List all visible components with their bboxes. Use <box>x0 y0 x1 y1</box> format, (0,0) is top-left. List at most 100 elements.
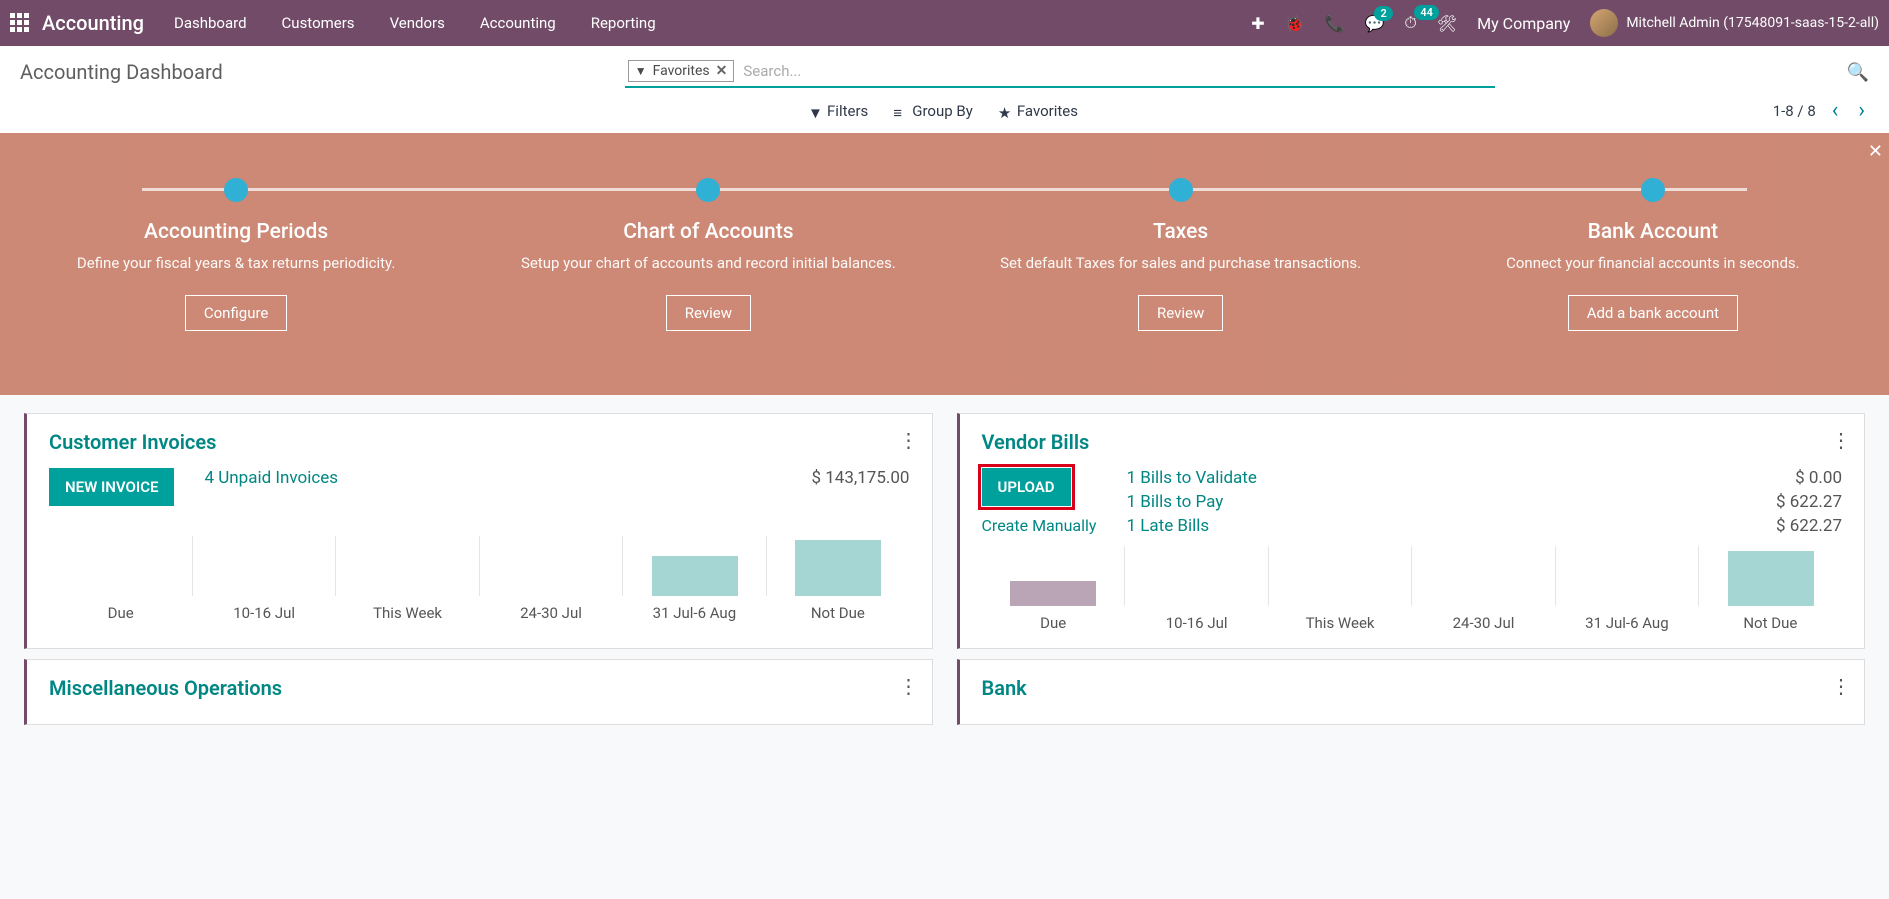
dashboard-row: Customer Invoices ⋮ NEW INVOICE 4 Unpaid… <box>0 395 1889 649</box>
pager-next-icon[interactable]: › <box>1854 98 1869 123</box>
new-invoice-button[interactable]: NEW INVOICE <box>49 468 174 506</box>
card-title[interactable]: Miscellaneous Operations <box>49 676 910 700</box>
card-customer-invoices: Customer Invoices ⋮ NEW INVOICE 4 Unpaid… <box>24 413 933 649</box>
chart-column <box>1555 546 1699 606</box>
chart-column <box>1268 546 1412 606</box>
pager: 1-8 / 8 ‹ › <box>1773 98 1869 123</box>
clock-icon[interactable]: ⏱44 <box>1404 13 1416 33</box>
filters-button[interactable]: ▼Filters <box>808 102 868 120</box>
groupby-button[interactable]: ≡Group By <box>893 102 973 120</box>
bills-late-link[interactable]: 1 Late Bills <box>1126 516 1209 536</box>
search-bar: ▼ Favorites ✕ <box>625 56 1495 88</box>
chart-label: Due <box>49 604 192 622</box>
step-title: Bank Account <box>1437 220 1869 244</box>
step-desc: Setup your chart of accounts and record … <box>492 252 924 275</box>
add-bank-button[interactable]: Add a bank account <box>1568 295 1738 331</box>
chart-bar <box>1010 581 1096 606</box>
nav-menu-dashboard[interactable]: Dashboard <box>174 14 247 32</box>
chart-column <box>192 536 336 596</box>
chart-column <box>1698 546 1842 606</box>
chart-label: 10-16 Jul <box>1125 614 1268 632</box>
onboarding-step-periods: Accounting Periods Define your fiscal ye… <box>0 178 472 395</box>
chat-icon[interactable]: 💬2 <box>1364 14 1384 33</box>
unpaid-invoices-link[interactable]: 4 Unpaid Invoices <box>204 468 338 488</box>
chart-bar <box>1728 551 1814 606</box>
nav-menu-accounting[interactable]: Accounting <box>480 14 556 32</box>
chart-label: 24-30 Jul <box>1412 614 1555 632</box>
bug-icon[interactable]: 🐞 <box>1285 14 1305 33</box>
clock-badge: 44 <box>1414 5 1439 20</box>
step-dot-icon <box>696 178 720 202</box>
chart-column <box>479 536 623 596</box>
dashboard-row: Miscellaneous Operations ⋮ Bank ⋮ <box>0 649 1889 725</box>
chart-label: Due <box>982 614 1125 632</box>
onboarding-step-bank: Bank Account Connect your financial acco… <box>1417 178 1889 395</box>
favorites-button[interactable]: ★Favorites <box>998 102 1078 120</box>
create-manually-link[interactable]: Create Manually <box>982 516 1097 535</box>
chart-label: 31 Jul-6 Aug <box>623 604 766 622</box>
kebab-icon[interactable]: ⋮ <box>899 428 918 452</box>
upload-button[interactable]: UPLOAD <box>982 468 1071 506</box>
step-desc: Connect your financial accounts in secon… <box>1437 252 1869 275</box>
funnel-icon: ▼ <box>635 64 647 78</box>
chart-label: This Week <box>336 604 479 622</box>
onboarding-step-coa: Chart of Accounts Setup your chart of ac… <box>472 178 944 395</box>
nav-menu-reporting[interactable]: Reporting <box>591 14 656 32</box>
card-title[interactable]: Customer Invoices <box>49 430 910 454</box>
search-icon[interactable]: 🔍 <box>1847 62 1869 83</box>
nav-menu-customers[interactable]: Customers <box>282 14 355 32</box>
bills-late-amt: $ 622.27 <box>1776 516 1842 536</box>
star-icon: ★ <box>998 104 1012 118</box>
review-taxes-button[interactable]: Review <box>1138 295 1223 331</box>
pager-value: 1-8 / 8 <box>1773 102 1816 120</box>
chart-column <box>622 536 766 596</box>
step-title: Accounting Periods <box>20 220 452 244</box>
avatar-icon <box>1590 9 1618 37</box>
apps-icon[interactable] <box>10 13 30 33</box>
step-desc: Set default Taxes for sales and purchase… <box>965 252 1397 275</box>
chart-label: 10-16 Jul <box>192 604 335 622</box>
bills-pay-link[interactable]: 1 Bills to Pay <box>1126 492 1223 512</box>
pager-prev-icon[interactable]: ‹ <box>1828 98 1843 123</box>
nav-menu-vendors[interactable]: Vendors <box>390 14 445 32</box>
chart-bar <box>652 556 738 596</box>
phone-icon[interactable]: 📞 <box>1325 14 1345 33</box>
chat-badge: 2 <box>1374 6 1392 21</box>
chart-label: Not Due <box>766 604 909 622</box>
chart-column <box>49 536 192 596</box>
groupby-icon: ≡ <box>893 104 907 118</box>
card-title[interactable]: Vendor Bills <box>982 430 1843 454</box>
close-icon[interactable]: ✕ <box>1868 141 1883 162</box>
step-title: Taxes <box>965 220 1397 244</box>
company-switcher[interactable]: My Company <box>1477 14 1570 33</box>
search-facet-favorites[interactable]: ▼ Favorites ✕ <box>628 60 735 82</box>
invoices-chart: Due10-16 JulThis Week24-30 Jul31 Jul-6 A… <box>49 536 910 622</box>
app-brand[interactable]: Accounting <box>42 11 144 35</box>
onboarding-step-taxes: Taxes Set default Taxes for sales and pu… <box>945 178 1417 395</box>
configure-button[interactable]: Configure <box>185 295 288 331</box>
wrench-icon[interactable]: 🛠 <box>1437 14 1457 33</box>
kebab-icon[interactable]: ⋮ <box>1831 428 1850 452</box>
search-facet-label: Favorites <box>653 63 710 79</box>
kebab-icon[interactable]: ⋮ <box>1831 674 1850 698</box>
card-misc-operations: Miscellaneous Operations ⋮ <box>24 659 933 725</box>
search-input[interactable] <box>737 56 1494 86</box>
bills-pay-amt: $ 622.27 <box>1776 492 1842 512</box>
onboarding-progress-line <box>142 188 1748 191</box>
control-panel: Accounting Dashboard ▼ Favorites ✕ 🔍 ▼Fi… <box>0 46 1889 133</box>
kebab-icon[interactable]: ⋮ <box>899 674 918 698</box>
chart-column <box>982 546 1125 606</box>
chart-bar <box>795 540 881 596</box>
bills-validate-link[interactable]: 1 Bills to Validate <box>1126 468 1256 488</box>
user-name: Mitchell Admin (17548091-saas-15-2-all) <box>1626 15 1879 31</box>
page-title: Accounting Dashboard <box>20 60 223 84</box>
unpaid-invoices-amount: $ 143,175.00 <box>811 468 909 488</box>
review-coa-button[interactable]: Review <box>666 295 751 331</box>
facet-remove-icon[interactable]: ✕ <box>716 63 728 79</box>
user-menu[interactable]: Mitchell Admin (17548091-saas-15-2-all) <box>1590 9 1879 37</box>
card-title[interactable]: Bank <box>982 676 1843 700</box>
main-navbar: Accounting Dashboard Customers Vendors A… <box>0 0 1889 46</box>
plus-icon[interactable]: ✚ <box>1251 14 1264 33</box>
chart-column <box>766 536 910 596</box>
nav-menu: Dashboard Customers Vendors Accounting R… <box>174 14 656 32</box>
